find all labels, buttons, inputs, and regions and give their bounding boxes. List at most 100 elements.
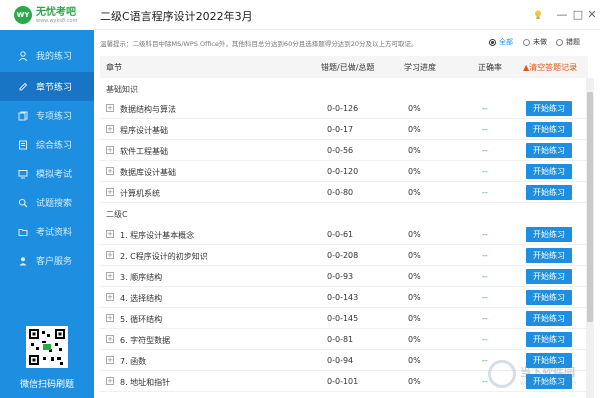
start-practice-button[interactable]: 开始练习 — [526, 101, 572, 116]
accuracy-value: -- — [482, 272, 488, 281]
expand-icon[interactable]: + — [106, 188, 114, 196]
accuracy-value: -- — [482, 188, 488, 197]
progress-count: 0-0-81 — [327, 335, 354, 344]
study-percent: 0% — [408, 167, 421, 176]
start-practice-button[interactable]: 开始练习 — [526, 311, 572, 326]
sidebar-item-label: 专项练习 — [36, 112, 73, 122]
chapter-name: 7. 函数 — [120, 357, 147, 366]
progress-count: 0-0-93 — [327, 272, 354, 281]
accuracy-value: -- — [482, 167, 488, 176]
logo-badge: WY — [14, 6, 32, 24]
table-header: 章节 错题/已做/总题 学习进度 正确率 ▲清空答题记录 — [100, 56, 588, 78]
sidebar-item-label: 章节练习 — [36, 83, 73, 93]
start-practice-button[interactable]: 开始练习 — [526, 227, 572, 242]
progress-count: 0-0-56 — [327, 146, 354, 155]
table-row: + 数据结构与算法 0-0-126 0% -- 开始练习 — [100, 98, 588, 119]
search-icon — [18, 198, 28, 208]
filter-undone[interactable]: 未做 — [523, 37, 547, 47]
notice-bar: 温馨提示：二级科目中除MS/WPS Office外，其他科目总分达到60分且选择… — [94, 30, 600, 54]
chapter-name: 软件工程基础 — [120, 147, 168, 156]
table-row: + 程序设计基础 0-0-17 0% -- 开始练习 — [100, 119, 588, 140]
study-percent: 0% — [408, 293, 421, 302]
study-percent: 0% — [408, 377, 421, 386]
scrollbar[interactable] — [586, 78, 594, 398]
study-percent: 0% — [408, 146, 421, 155]
monitor-icon — [18, 169, 28, 179]
expand-icon[interactable]: + — [106, 104, 114, 112]
expand-icon[interactable]: + — [106, 167, 114, 175]
section-title: 基础知识 — [106, 85, 138, 94]
sidebar-item-label: 客户服务 — [36, 257, 73, 267]
start-practice-button[interactable]: 开始练习 — [526, 122, 572, 137]
expand-icon[interactable]: + — [106, 356, 114, 364]
maximize-button[interactable]: □ — [572, 8, 584, 21]
filter-all[interactable]: 全部 — [489, 37, 513, 47]
expand-icon[interactable]: + — [106, 146, 114, 154]
table-row: + 5. 循环结构 0-0-145 0% -- 开始练习 — [100, 308, 588, 329]
sidebar-item-customer-service[interactable]: 客户服务 — [0, 246, 94, 275]
accuracy-value: -- — [482, 104, 488, 113]
section-title: 二级C — [106, 210, 128, 219]
header-accuracy: 正确率 — [478, 63, 502, 72]
start-practice-button[interactable]: 开始练习 — [526, 248, 572, 263]
sidebar-item-label: 试题搜索 — [36, 199, 73, 209]
start-practice-button[interactable]: 开始练习 — [526, 269, 572, 284]
expand-icon[interactable]: + — [106, 230, 114, 238]
study-percent: 0% — [408, 356, 421, 365]
clear-records-link[interactable]: ▲清空答题记录 — [523, 62, 577, 73]
table-row: + 1. 程序设计基本概念 0-0-61 0% -- 开始练习 — [100, 224, 588, 245]
study-percent: 0% — [408, 335, 421, 344]
table-row: + 数据库设计基础 0-0-120 0% -- 开始练习 — [100, 161, 588, 182]
accuracy-value: -- — [482, 377, 488, 386]
sidebar-item-label: 模拟考试 — [36, 170, 73, 180]
watermark-text: 当下软件园 — [520, 366, 575, 379]
copy-icon — [18, 111, 28, 121]
sidebar-item-special-practice[interactable]: 专项练习 — [0, 101, 94, 130]
sidebar: WY 无忧考吧 www.wyks8.com 我的练习 章节练习 专项练习 综合练… — [0, 0, 94, 398]
progress-count: 0-0-120 — [327, 167, 359, 176]
expand-icon[interactable]: + — [106, 125, 114, 133]
minimize-button[interactable]: — — [556, 8, 568, 21]
chapter-name: 数据库设计基础 — [120, 168, 176, 177]
progress-count: 0-0-17 — [327, 125, 354, 134]
progress-count: 0-0-208 — [327, 251, 359, 260]
expand-icon[interactable]: + — [106, 293, 114, 301]
sidebar-item-comprehensive-practice[interactable]: 综合练习 — [0, 130, 94, 159]
accuracy-value: -- — [482, 293, 488, 302]
sidebar-item-question-search[interactable]: 试题搜索 — [0, 188, 94, 217]
expand-icon[interactable]: + — [106, 314, 114, 322]
start-practice-button[interactable]: 开始练习 — [526, 164, 572, 179]
expand-icon[interactable]: + — [106, 272, 114, 280]
chapter-name: 2. C程序设计的初步知识 — [120, 252, 208, 261]
scrollbar-thumb[interactable] — [587, 92, 593, 322]
study-percent: 0% — [408, 272, 421, 281]
progress-count: 0-0-126 — [327, 104, 359, 113]
accuracy-value: -- — [482, 146, 488, 155]
accuracy-value: -- — [482, 125, 488, 134]
sidebar-item-exam-materials[interactable]: 考试资料 — [0, 217, 94, 246]
close-button[interactable]: ✕ — [586, 8, 598, 21]
table-row: + 软件工程基础 0-0-56 0% -- 开始练习 — [100, 140, 588, 161]
expand-icon[interactable]: + — [106, 335, 114, 343]
filter-wrong[interactable]: 错题 — [556, 37, 580, 47]
lightbulb-icon[interactable] — [534, 10, 542, 20]
start-practice-button[interactable]: 开始练习 — [526, 332, 572, 347]
radio-icon — [556, 38, 563, 46]
sidebar-item-mock-exam[interactable]: 模拟考试 — [0, 159, 94, 188]
title-bar: 二级C语言程序设计2022年3月 — □ ✕ — [94, 0, 600, 30]
start-practice-button[interactable]: 开始练习 — [526, 290, 572, 305]
start-practice-button[interactable]: 开始练习 — [526, 143, 572, 158]
sidebar-item-my-practice[interactable]: 我的练习 — [0, 41, 94, 70]
accuracy-value: -- — [482, 230, 488, 239]
table-row: + 计算机系统 0-0-80 0% -- 开始练习 — [100, 182, 588, 203]
logo: WY 无忧考吧 www.wyks8.com — [0, 0, 94, 30]
expand-icon[interactable]: + — [106, 251, 114, 259]
start-practice-button[interactable]: 开始练习 — [526, 185, 572, 200]
accuracy-value: -- — [482, 251, 488, 260]
progress-count: 0-0-143 — [327, 293, 359, 302]
expand-icon[interactable]: + — [106, 377, 114, 385]
chapter-name: 3. 顺序结构 — [120, 273, 163, 282]
sidebar-item-chapter-practice[interactable]: 章节练习 — [0, 72, 94, 101]
window-title: 二级C语言程序设计2022年3月 — [100, 10, 253, 23]
watermark-logo-icon — [488, 360, 516, 388]
